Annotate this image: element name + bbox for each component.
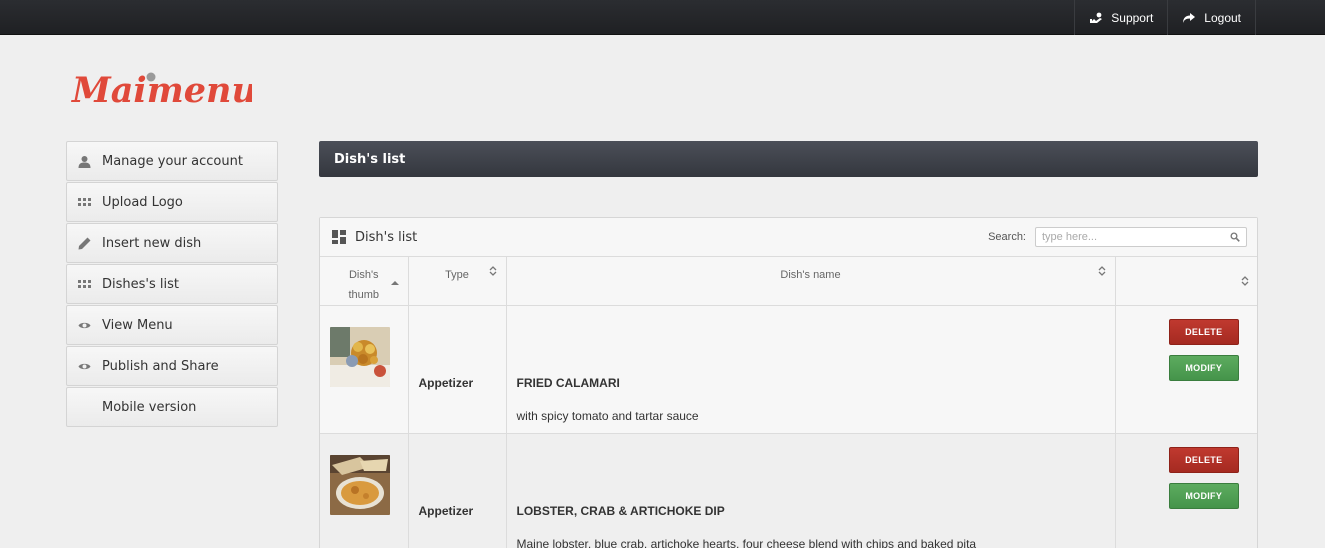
delete-button[interactable]: DELETE	[1168, 319, 1239, 345]
sidebar-item-publish-share[interactable]: Publish and Share	[66, 346, 278, 386]
sidebar-item-mobile-version[interactable]: Mobile version	[66, 387, 278, 427]
top-bar: Support Logout	[0, 0, 1325, 35]
sidebar-item-label: Upload Logo	[102, 194, 183, 210]
table-row: Appetizer LOBSTER, CRAB & ARTICHOKE DIP …	[320, 433, 1257, 548]
grid-icon	[67, 278, 102, 291]
sidebar-item-label: Manage your account	[102, 153, 243, 169]
sidebar-item-label: Publish and Share	[102, 358, 219, 374]
actions-cell: DELETE MODIFY	[1115, 433, 1257, 548]
panel-title: Dish's list	[355, 229, 418, 245]
sidebar: Manage your account Upload Logo Insert n…	[66, 141, 278, 428]
sort-icon	[489, 265, 497, 277]
dish-type: Appetizer	[408, 305, 507, 434]
pencil-icon	[67, 237, 102, 250]
support-label: Support	[1111, 10, 1154, 25]
eye-icon	[67, 319, 102, 332]
logo[interactable]: Maimenu	[70, 64, 252, 110]
grid-icon	[67, 196, 102, 209]
column-header-name[interactable]: Dish's name	[506, 257, 1116, 306]
user-icon	[67, 155, 102, 168]
sidebar-item-label: Insert new dish	[102, 235, 202, 251]
actions-cell: DELETE MODIFY	[1115, 305, 1257, 434]
top-nav: Support Logout	[1074, 0, 1256, 35]
search-label: Search:	[988, 231, 1026, 243]
dish-name: LOBSTER, CRAB & ARTICHOKE DIP	[516, 504, 725, 518]
table-row: Appetizer FRIED CALAMARI with spicy toma…	[320, 305, 1257, 434]
dish-description: Maine lobster, blue crab, artichoke hear…	[516, 537, 977, 548]
logout-link[interactable]: Logout	[1167, 0, 1256, 35]
eye-icon	[67, 360, 102, 373]
logo-dot	[146, 72, 156, 82]
modify-button[interactable]: MODIFY	[1168, 483, 1239, 509]
column-header-type[interactable]: Type	[408, 257, 507, 306]
logout-label: Logout	[1204, 10, 1241, 25]
logout-icon	[1183, 12, 1196, 23]
column-header-actions[interactable]	[1115, 257, 1257, 306]
page-title: Dish's list	[334, 151, 406, 167]
delete-button[interactable]: DELETE	[1168, 447, 1239, 473]
thumb-cell	[320, 433, 409, 548]
dish-description: with spicy tomato and tartar sauce	[516, 409, 699, 423]
sidebar-item-view-menu[interactable]: View Menu	[66, 305, 278, 345]
column-label: Type	[445, 269, 469, 281]
column-label: Dish's name	[780, 269, 841, 281]
sort-icon	[1241, 275, 1249, 287]
search-box[interactable]	[1035, 227, 1247, 247]
sidebar-item-insert-dish[interactable]: Insert new dish	[66, 223, 278, 263]
dish-thumbnail-lobster-dip[interactable]	[330, 455, 390, 515]
dish-thumbnail-calamari[interactable]	[330, 327, 390, 387]
logo-text: Maimenu	[71, 70, 252, 110]
dish-list-panel: Dish's list Search: Dish's thumb Type D	[319, 217, 1258, 548]
search-icon	[1230, 232, 1240, 242]
column-label: Dish's thumb	[348, 269, 380, 301]
sidebar-item-manage-account[interactable]: Manage your account	[66, 141, 278, 181]
column-header-thumb[interactable]: Dish's thumb	[320, 257, 409, 306]
dish-table: Dish's thumb Type Dish's name Appetizer …	[320, 257, 1257, 548]
dish-type: Appetizer	[408, 433, 507, 548]
thumb-cell	[320, 305, 409, 434]
page-title-bar: Dish's list	[319, 141, 1258, 177]
table-header-row: Dish's thumb Type Dish's name	[320, 257, 1257, 306]
sidebar-item-label: View Menu	[102, 317, 173, 333]
dish-name-cell: FRIED CALAMARI with spicy tomato and tar…	[506, 305, 1116, 434]
sort-asc-icon	[390, 277, 399, 289]
panel-header: Dish's list Search:	[320, 218, 1257, 257]
support-link[interactable]: Support	[1074, 0, 1167, 35]
sidebar-item-upload-logo[interactable]: Upload Logo	[66, 182, 278, 222]
dashboard-icon	[332, 230, 346, 244]
modify-button[interactable]: MODIFY	[1168, 355, 1239, 381]
sidebar-item-label: Mobile version	[102, 399, 197, 415]
sidebar-item-dishes-list[interactable]: Dishes's list	[66, 264, 278, 304]
dish-name-cell: LOBSTER, CRAB & ARTICHOKE DIP Maine lobs…	[506, 433, 1116, 548]
sort-icon	[1098, 265, 1106, 277]
support-icon	[1090, 12, 1103, 23]
search-input[interactable]	[1042, 231, 1230, 243]
dish-name: FRIED CALAMARI	[516, 376, 620, 390]
sidebar-item-label: Dishes's list	[102, 276, 179, 292]
